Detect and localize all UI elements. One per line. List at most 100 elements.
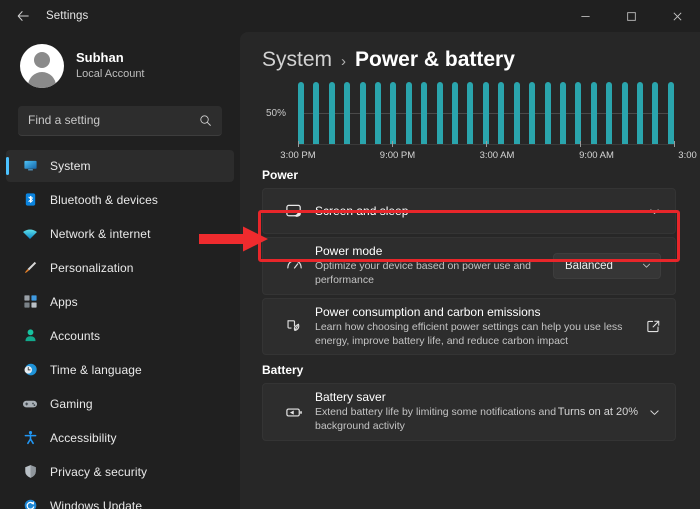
close-button[interactable] bbox=[654, 0, 700, 32]
page-title: Power & battery bbox=[355, 48, 515, 71]
sidebar-item-label: Network & internet bbox=[50, 226, 151, 241]
user-avatar-icon bbox=[20, 43, 64, 88]
chart-bar bbox=[559, 82, 566, 144]
wifi-icon bbox=[18, 226, 42, 242]
row-power-consumption[interactable]: Power consumption and carbon emissions L… bbox=[262, 297, 676, 356]
row-title: Battery saver bbox=[315, 390, 386, 405]
chart-xaxis-labels: 3:00 PM 9:00 PM 3:00 AM 9:00 AM 3:00 PM bbox=[280, 150, 700, 164]
row-description: Optimize your device based on power use … bbox=[315, 260, 531, 286]
chevron-right-icon: › bbox=[341, 53, 347, 70]
row-title: Power mode bbox=[315, 244, 383, 258]
sidebar-item-windows-update[interactable]: Windows Update bbox=[6, 490, 234, 509]
chart-xtick-label: 3:00 PM bbox=[678, 150, 700, 161]
battery-saver-icon bbox=[277, 403, 311, 422]
search-input[interactable] bbox=[28, 113, 199, 128]
account-block[interactable]: Subhan Local Account bbox=[0, 32, 240, 92]
account-name: Subhan bbox=[76, 50, 124, 66]
row-description: Extend battery life by limiting some not… bbox=[315, 406, 557, 433]
monitor-icon bbox=[18, 158, 42, 173]
bluetooth-icon bbox=[18, 192, 42, 207]
sidebar-item-time-language[interactable]: Time & language bbox=[6, 354, 234, 386]
sidebar-item-label: Privacy & security bbox=[50, 464, 148, 479]
chevron-down-icon[interactable] bbox=[646, 205, 661, 218]
chart-bar bbox=[328, 82, 335, 144]
chart-plot-area bbox=[298, 82, 674, 144]
battery-saver-value: Turns on at 20% bbox=[557, 406, 638, 419]
sidebar-item-system[interactable]: System bbox=[6, 149, 234, 182]
sidebar-item-accessibility[interactable]: Accessibility bbox=[6, 422, 234, 454]
chart-xtick-label: 3:00 PM bbox=[280, 150, 316, 161]
row-right bbox=[646, 319, 661, 334]
sidebar-item-personalization[interactable]: Personalization bbox=[6, 252, 234, 284]
chart-bar bbox=[529, 82, 536, 144]
sidebar-item-gaming[interactable]: Gaming bbox=[6, 388, 234, 420]
chart-bar bbox=[575, 82, 582, 144]
power-gauge-icon bbox=[277, 256, 311, 275]
chart-bar bbox=[544, 82, 551, 144]
settings-window: Settings Subhan Local Account Find a set… bbox=[0, 0, 700, 509]
screen-sleep-icon bbox=[277, 202, 311, 221]
title-bar: Settings bbox=[0, 0, 700, 32]
chart-bar bbox=[513, 82, 520, 144]
chart-bar bbox=[652, 82, 659, 144]
minimize-icon bbox=[580, 15, 590, 17]
window-controls bbox=[562, 0, 700, 32]
chart-bar bbox=[359, 82, 366, 144]
chart-ytick-label: 50% bbox=[266, 108, 287, 119]
row-right: Balanced bbox=[553, 252, 661, 279]
sidebar-item-label: Accounts bbox=[50, 328, 101, 343]
chart-bar bbox=[452, 82, 459, 144]
chart-bar bbox=[313, 82, 320, 144]
minimize-button[interactable] bbox=[562, 0, 608, 32]
row-title: Power consumption and carbon emissions bbox=[315, 304, 541, 319]
sidebar-item-bluetooth-devices[interactable]: Bluetooth & devices bbox=[6, 184, 234, 216]
window-title: Settings bbox=[46, 10, 89, 22]
row-description: Learn how choosing efficient power setti… bbox=[315, 320, 623, 347]
section-title-battery: Battery bbox=[262, 363, 304, 378]
sidebar-item-network-internet[interactable]: Network & internet bbox=[6, 218, 234, 250]
sidebar-nav: System Bluetooth & devices Network & int… bbox=[0, 149, 240, 509]
sidebar-item-accounts[interactable]: Accounts bbox=[6, 320, 234, 352]
accessibility-person-icon bbox=[18, 430, 42, 445]
chart-bar bbox=[467, 82, 474, 144]
leaf-emissions-icon bbox=[277, 317, 311, 336]
row-power-mode[interactable]: Power mode Optimize your device based on… bbox=[262, 237, 676, 295]
chart-bar bbox=[498, 82, 505, 144]
sidebar-item-label: Bluetooth & devices bbox=[50, 192, 158, 207]
sidebar-item-apps[interactable]: Apps bbox=[6, 286, 234, 318]
chevron-down-icon[interactable] bbox=[646, 406, 661, 419]
chart-tick bbox=[298, 141, 299, 147]
shield-icon bbox=[18, 464, 42, 479]
back-button[interactable] bbox=[6, 1, 40, 31]
chart-bar bbox=[405, 82, 412, 144]
chart-bar bbox=[298, 82, 304, 144]
sidebar: Subhan Local Account Find a setting Syst… bbox=[0, 32, 240, 509]
chart-tick bbox=[486, 141, 487, 147]
apps-grid-icon bbox=[18, 294, 42, 309]
sidebar-item-label: Windows Update bbox=[50, 498, 143, 509]
row-screen-and-sleep[interactable]: Screen and sleep bbox=[262, 188, 676, 234]
gamepad-icon bbox=[18, 396, 42, 412]
power-mode-dropdown[interactable]: Balanced bbox=[553, 252, 661, 279]
sidebar-item-label: Accessibility bbox=[50, 430, 117, 445]
row-right bbox=[646, 205, 661, 218]
chart-bar bbox=[621, 82, 628, 144]
row-right: Turns on at 20% bbox=[558, 406, 661, 419]
chart-bar bbox=[667, 82, 674, 144]
chart-bar bbox=[590, 82, 597, 144]
chart-tick bbox=[674, 141, 675, 147]
chart-bar bbox=[375, 82, 382, 144]
power-mode-value: Balanced bbox=[565, 259, 613, 272]
breadcrumb-parent[interactable]: System bbox=[262, 48, 332, 72]
chart-bar bbox=[436, 82, 443, 144]
row-battery-saver[interactable]: Battery saver Extend battery life by lim… bbox=[262, 383, 676, 442]
chart-xtick-label: 9:00 AM bbox=[579, 150, 614, 161]
maximize-button[interactable] bbox=[608, 0, 654, 32]
sidebar-item-label: System bbox=[50, 158, 91, 173]
sidebar-item-privacy-security[interactable]: Privacy & security bbox=[6, 456, 234, 488]
chart-bar bbox=[636, 82, 643, 144]
window-body: Subhan Local Account Find a setting Syst… bbox=[0, 32, 700, 509]
breadcrumb: System › Power & battery bbox=[258, 48, 678, 72]
external-link-icon[interactable] bbox=[646, 319, 661, 334]
search-box[interactable] bbox=[18, 105, 222, 136]
